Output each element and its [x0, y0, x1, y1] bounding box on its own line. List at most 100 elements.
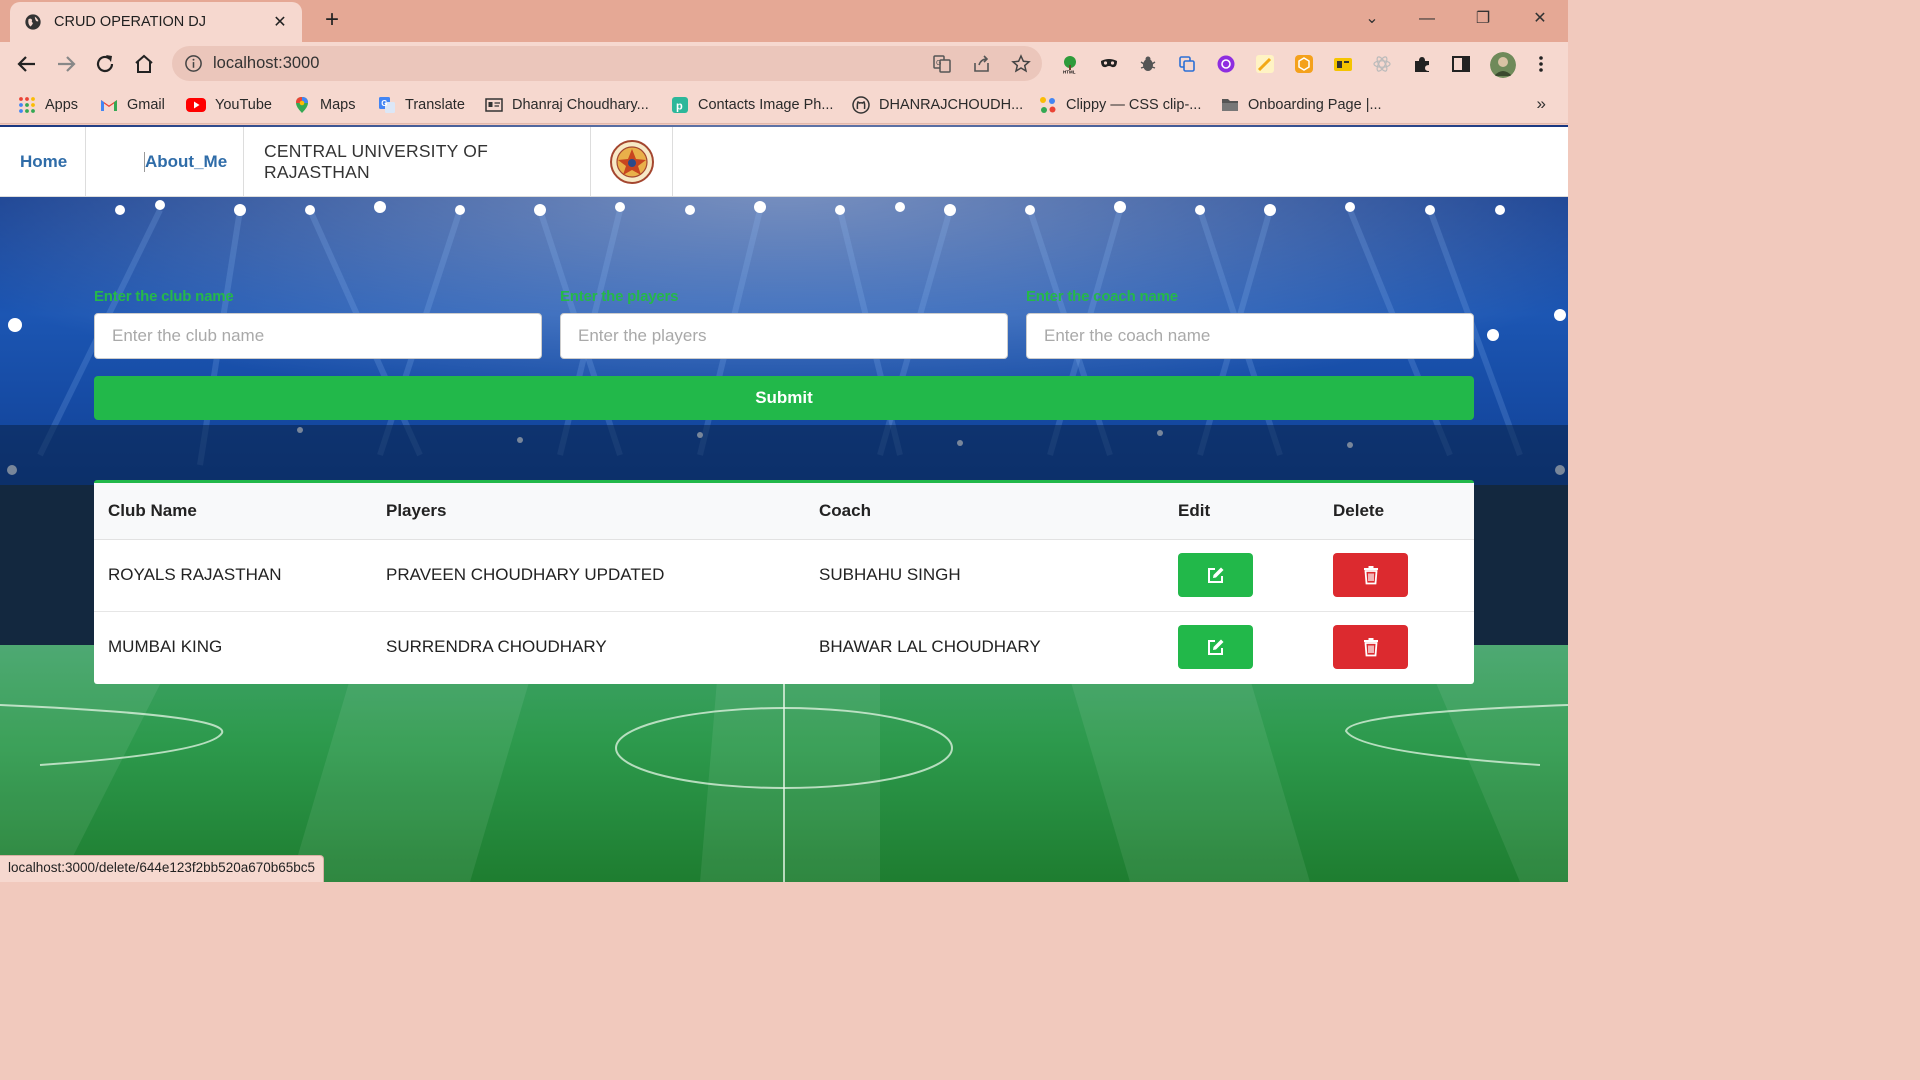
tab-search-icon[interactable]: ⌄	[1356, 6, 1388, 32]
nav-university-cell: CENTRAL UNIVERSITY OF RAJASTHAN	[244, 127, 591, 197]
bookmark-label: Apps	[45, 97, 79, 113]
html-extension-icon[interactable]: HTML	[1060, 54, 1080, 74]
bookmark-github[interactable]: DHANRAJCHOUDH...	[852, 94, 1023, 116]
minimize-button[interactable]: —	[1411, 6, 1443, 32]
puzzle-extensions-icon[interactable]	[1412, 54, 1432, 74]
restore-button[interactable]: ❐	[1467, 6, 1499, 32]
table-row: ROYALS RAJASTHAN PRAVEEN CHOUDHARY UPDAT…	[94, 540, 1474, 612]
bookmark-label: Dhanraj Choudhary...	[512, 97, 649, 113]
university-logo	[609, 140, 654, 184]
maps-icon	[296, 97, 308, 113]
close-window-button[interactable]: ✕	[1524, 6, 1556, 32]
bookmark-label: Gmail	[127, 97, 165, 113]
bookmarks-overflow-icon[interactable]: »	[1537, 94, 1546, 114]
page-content: Home About_Me CENTRAL UNIVERSITY OF RAJA…	[0, 125, 1568, 882]
bookmark-apps[interactable]: Apps	[18, 94, 78, 116]
youtube-icon	[186, 98, 206, 112]
submit-button[interactable]: Submit	[94, 376, 1474, 420]
header-edit: Edit	[1178, 501, 1211, 520]
cell-club-name: ROYALS RAJASTHAN	[108, 565, 282, 584]
translate-page-icon[interactable]: G	[932, 54, 952, 74]
bookmark-dhanraj[interactable]: Dhanraj Choudhary...	[485, 94, 649, 116]
svg-text:HTML: HTML	[1063, 70, 1076, 75]
svg-text:G: G	[936, 60, 941, 67]
cell-players: PRAVEEN CHOUDHARY UPDATED	[386, 565, 665, 584]
apps-grid-icon	[19, 97, 35, 113]
bookmark-label: Contacts Image Ph...	[698, 97, 834, 113]
players-label: Enter the players	[560, 288, 679, 305]
bookmark-label: Clippy — CSS clip-...	[1066, 97, 1202, 113]
share-icon[interactable]	[972, 54, 992, 74]
bookmark-label: DHANRAJCHOUDH...	[879, 97, 1024, 113]
close-tab-icon[interactable]: ✕	[270, 12, 290, 32]
bug-extension-icon[interactable]	[1138, 54, 1158, 74]
svg-text:G: G	[381, 99, 387, 108]
chrome-menu-icon[interactable]	[1531, 54, 1551, 74]
home-icon[interactable]	[132, 52, 156, 76]
nav-home-cell: Home	[0, 127, 86, 197]
tag-extension-icon[interactable]	[1333, 54, 1353, 74]
svg-text:p: p	[676, 101, 683, 113]
forward-arrow-icon[interactable]	[54, 52, 78, 76]
reload-icon[interactable]	[93, 52, 117, 76]
tab-title: CRUD OPERATION DJ	[54, 14, 206, 30]
bookmark-clippy[interactable]: Clippy — CSS clip-...	[1039, 94, 1201, 116]
browser-toolbar: localhost:3000 G HTML	[0, 42, 1568, 86]
side-panel-icon[interactable]	[1451, 54, 1471, 74]
delete-button[interactable]	[1333, 625, 1408, 669]
nav-home-link[interactable]: Home	[20, 152, 67, 172]
club-name-label: Enter the club name	[94, 288, 234, 305]
bookmark-maps[interactable]: Maps	[293, 94, 355, 116]
bookmark-onboarding[interactable]: Onboarding Page |...	[1221, 94, 1382, 116]
nav-logo-cell	[591, 127, 673, 197]
react-extension-icon[interactable]	[1372, 54, 1392, 74]
bookmarks-bar: Apps Gmail YouTube Maps G Translate Dhan…	[0, 86, 1568, 124]
bookmark-contacts[interactable]: p Contacts Image Ph...	[671, 94, 833, 116]
site-info-icon[interactable]	[184, 54, 203, 73]
folder-icon	[1222, 99, 1238, 111]
bookmark-label: Maps	[320, 97, 356, 113]
cell-players: SURRENDRA CHOUDHARY	[386, 637, 607, 656]
orange-extension-icon[interactable]	[1294, 54, 1314, 74]
delete-button[interactable]	[1333, 553, 1408, 597]
profile-card-icon	[485, 98, 503, 112]
bookmark-star-icon[interactable]	[1011, 54, 1031, 74]
gmail-icon	[101, 100, 117, 111]
trash-icon	[1363, 566, 1378, 585]
mask-extension-icon[interactable]	[1099, 54, 1119, 74]
url-text[interactable]: localhost:3000	[213, 54, 319, 73]
new-tab-button[interactable]: +	[318, 6, 346, 34]
pen-extension-icon[interactable]	[1255, 54, 1275, 74]
cell-coach: SUBHAHU SINGH	[819, 565, 961, 584]
club-name-input[interactable]	[94, 313, 542, 359]
bookmark-label: YouTube	[215, 97, 272, 113]
purple-extension-icon[interactable]	[1216, 54, 1236, 74]
trash-icon	[1363, 638, 1378, 657]
translate-icon: G	[379, 97, 395, 113]
back-arrow-icon[interactable]	[15, 52, 39, 76]
bookmark-label: Translate	[405, 97, 465, 113]
bookmark-gmail[interactable]: Gmail	[100, 94, 165, 116]
bookmark-translate[interactable]: G Translate	[378, 94, 465, 116]
browser-tab[interactable]: CRUD OPERATION DJ ✕	[10, 2, 302, 42]
edit-button[interactable]	[1178, 625, 1253, 669]
bookmark-youtube[interactable]: YouTube	[186, 94, 272, 116]
edit-icon	[1207, 639, 1223, 655]
table-row: MUMBAI KING SURRENDRA CHOUDHARY BHAWAR L…	[94, 612, 1474, 684]
edit-button[interactable]	[1178, 553, 1253, 597]
cell-club-name: MUMBAI KING	[108, 637, 223, 656]
bookmark-label: Onboarding Page |...	[1248, 97, 1382, 113]
profile-avatar[interactable]	[1490, 52, 1516, 78]
nav-about-link[interactable]: About_Me	[144, 152, 227, 172]
players-input[interactable]	[560, 313, 1008, 359]
coach-name-input[interactable]	[1026, 313, 1474, 359]
copy-extension-icon[interactable]	[1177, 54, 1197, 74]
clubs-table: Club Name Players Coach Edit Delete ROYA…	[94, 480, 1474, 684]
globe-icon	[25, 14, 41, 30]
header-delete: Delete	[1333, 501, 1385, 520]
address-bar[interactable]: localhost:3000 G	[172, 46, 1042, 81]
table-header: Club Name Players Coach Edit Delete	[94, 483, 1474, 540]
nav-about-cell: About_Me	[86, 127, 244, 197]
cell-coach: BHAWAR LAL CHOUDHARY	[819, 637, 1041, 656]
edit-icon	[1207, 567, 1223, 583]
